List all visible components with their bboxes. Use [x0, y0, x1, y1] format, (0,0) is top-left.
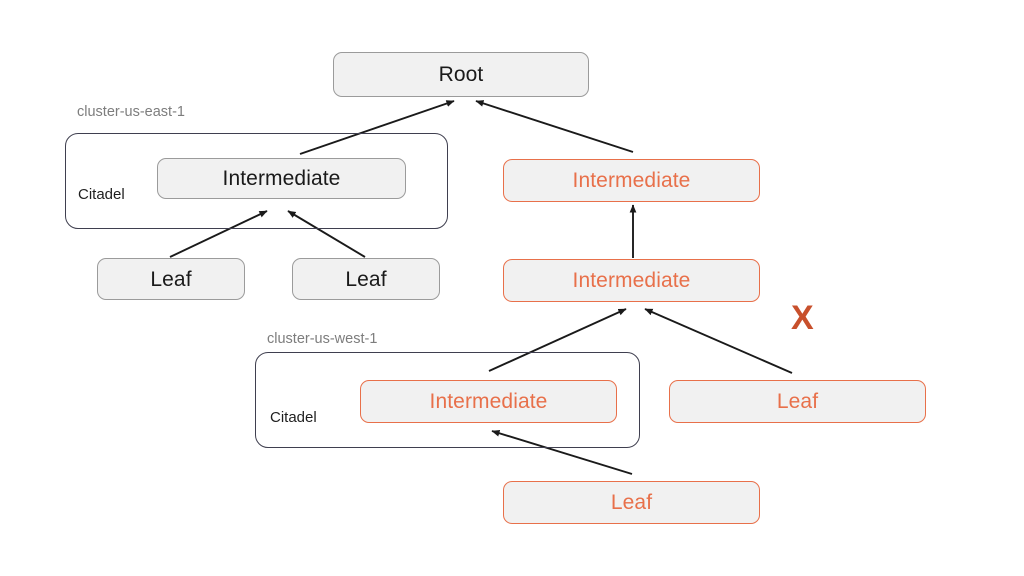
- node-east-leaf-right[interactable]: Leaf: [292, 258, 440, 300]
- node-right-intermediate-top-label: Intermediate: [572, 169, 691, 192]
- node-east-leaf-left[interactable]: Leaf: [97, 258, 245, 300]
- node-west-intermediate[interactable]: Intermediate: [360, 380, 617, 423]
- node-bottom-leaf[interactable]: Leaf: [503, 481, 760, 524]
- node-right-intermediate-top[interactable]: Intermediate: [503, 159, 760, 202]
- node-east-intermediate[interactable]: Intermediate: [157, 158, 406, 199]
- diagram-canvas: cluster-us-east-1 Citadel cluster-us-wes…: [0, 0, 1024, 576]
- node-east-intermediate-label: Intermediate: [222, 167, 341, 190]
- x-mark-annotation: X: [791, 299, 814, 337]
- edge-right-intermediate-to-root: [475, 100, 634, 153]
- cluster-sublabel-east-citadel: Citadel: [78, 186, 125, 203]
- cluster-label-us-east-1: cluster-us-east-1: [77, 104, 185, 120]
- node-right-leaf-label: Leaf: [776, 390, 819, 413]
- node-east-leaf-right-label: Leaf: [345, 267, 387, 291]
- node-west-intermediate-label: Intermediate: [429, 390, 548, 413]
- node-right-intermediate-mid[interactable]: Intermediate: [503, 259, 760, 302]
- node-bottom-leaf-label: Leaf: [610, 491, 653, 514]
- node-root[interactable]: Root: [333, 52, 589, 97]
- node-east-leaf-left-label: Leaf: [150, 267, 192, 291]
- cluster-sublabel-west-citadel: Citadel: [270, 409, 317, 426]
- node-right-leaf[interactable]: Leaf: [669, 380, 926, 423]
- edge-right-leaf-to-mid-intermediate: [644, 308, 793, 374]
- node-right-intermediate-mid-label: Intermediate: [572, 269, 691, 292]
- node-root-label: Root: [438, 63, 484, 86]
- cluster-label-us-west-1: cluster-us-west-1: [267, 331, 378, 347]
